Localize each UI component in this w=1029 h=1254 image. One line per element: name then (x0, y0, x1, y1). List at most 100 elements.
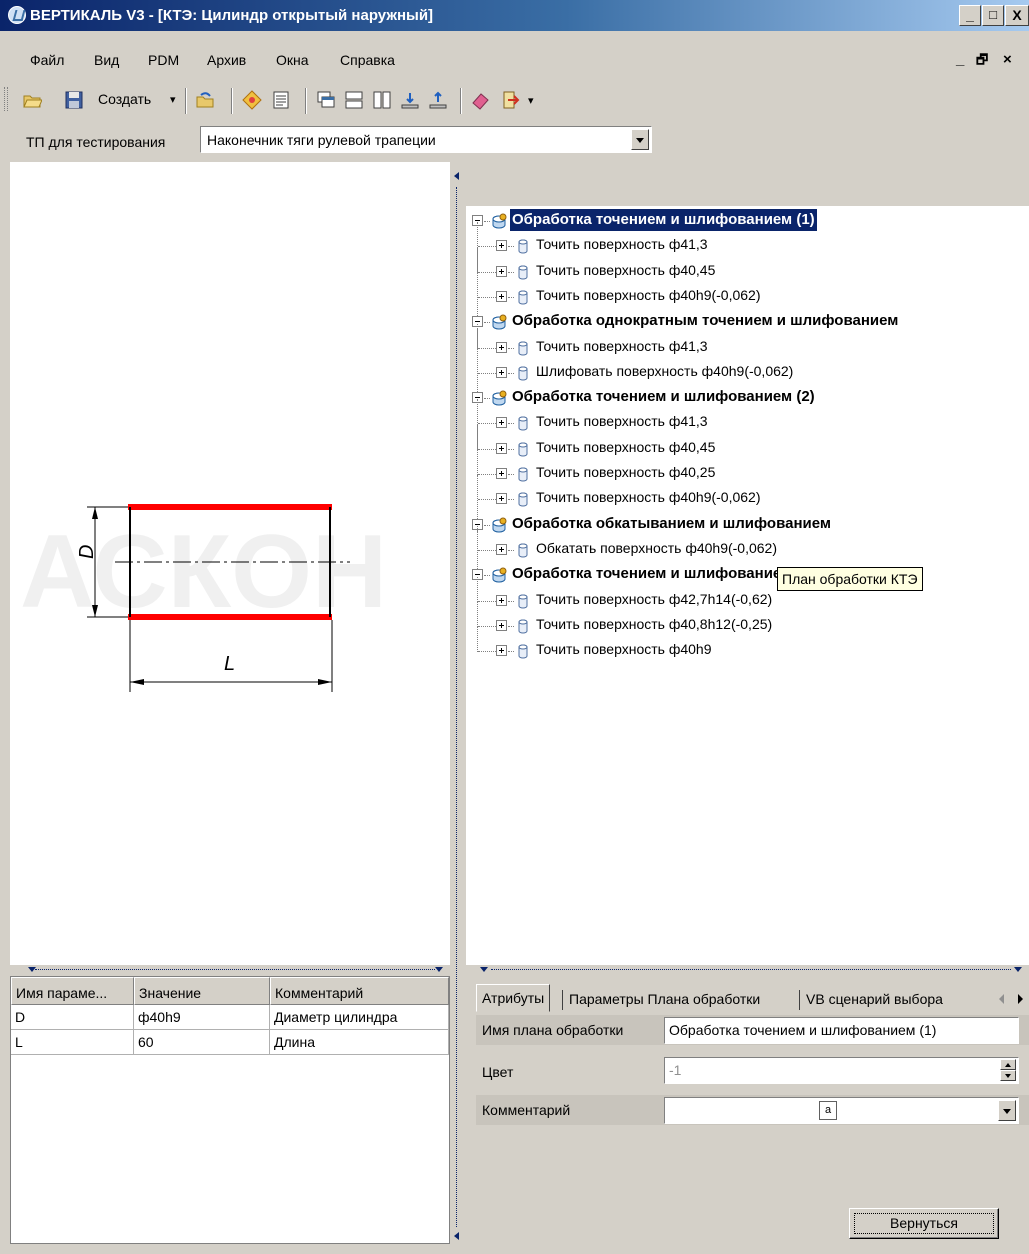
maximize-button[interactable]: □ (982, 5, 1004, 26)
tree-node-operation[interactable]: Точить поверхность ф40h9 (466, 639, 1029, 663)
comment-dropdown-button[interactable] (998, 1100, 1016, 1121)
plan-name-field[interactable]: Обработка точением и шлифованием (1) (664, 1017, 1019, 1044)
tree-node-plan[interactable]: Обработка точением и шлифованием (2) (466, 386, 1029, 410)
color-row: Цвет -1 (476, 1055, 1029, 1085)
arrange-down-icon[interactable] (400, 90, 420, 110)
cell-comment[interactable]: Длина (270, 1030, 449, 1055)
tile-vertical-icon[interactable] (372, 90, 392, 110)
tp-combobox[interactable]: Наконечник тяги рулевой трапеции (200, 126, 652, 153)
arrange-up-icon[interactable] (428, 90, 448, 110)
diamond-icon[interactable] (242, 90, 262, 110)
comment-field[interactable]: a (664, 1097, 1019, 1124)
tabs-scroll-left-icon[interactable] (999, 994, 1004, 1004)
tree-node-operation[interactable]: Точить поверхность ф40h9(-0,062) (466, 487, 1029, 511)
eraser-icon[interactable] (470, 90, 490, 110)
tree-node-operation[interactable]: Шлифовать поверхность ф40h9(-0,062) (466, 361, 1029, 385)
toolbar-grip[interactable] (4, 87, 8, 111)
plan-cylinder-icon (492, 213, 507, 229)
expand-icon[interactable] (496, 240, 507, 252)
expand-icon[interactable] (496, 594, 507, 606)
tree-node-operation[interactable]: Точить поверхность ф40,8h12(-0,25) (466, 614, 1029, 638)
tree-node-operation[interactable]: Обкатать поверхность ф40h9(-0,062) (466, 538, 1029, 562)
tree-node-plan[interactable]: Обработка точением и шлифованием (3) (466, 563, 1029, 587)
cascade-windows-icon[interactable] (316, 90, 336, 110)
tp-dropdown-button[interactable] (631, 129, 649, 150)
expand-icon[interactable] (496, 619, 507, 631)
tree-node-plan[interactable]: Обработка однократным точением и шлифова… (466, 310, 1029, 334)
menu-windows[interactable]: Окна (276, 52, 309, 68)
menu-bar: Файл Вид PDM Архив Окна Справка _ 🗗 × (0, 44, 1029, 74)
expand-icon[interactable] (496, 645, 507, 657)
close-button[interactable]: X (1005, 5, 1029, 26)
expand-icon[interactable] (496, 290, 507, 302)
tree-node-operation[interactable]: Точить поверхность ф41,3 (466, 234, 1029, 258)
tree-node-operation[interactable]: Точить поверхность ф41,3 (466, 411, 1029, 435)
mdi-close-button[interactable]: × (1003, 51, 1012, 68)
cell-name[interactable]: L (11, 1030, 134, 1055)
tree-node-operation[interactable]: Точить поверхность ф40,45 (466, 260, 1029, 284)
expand-icon[interactable] (496, 468, 507, 479)
mdi-restore-button[interactable]: 🗗 (976, 51, 988, 73)
operation-cylinder-icon (518, 416, 528, 431)
create-dropdown-arrow[interactable]: ▾ (170, 93, 176, 106)
exit-icon[interactable] (500, 90, 520, 110)
cell-name[interactable]: D (11, 1005, 134, 1030)
column-header-value[interactable]: Значение (134, 977, 270, 1005)
vertical-splitter[interactable] (450, 162, 466, 1244)
table-row[interactable]: D ф40h9 Диаметр цилиндра (11, 1005, 449, 1030)
expand-icon[interactable] (496, 442, 507, 454)
toolbar-separator (185, 88, 187, 114)
tabs-scroll-right-icon[interactable] (1018, 994, 1023, 1004)
tab-attributes[interactable]: Атрибуты (476, 984, 551, 1012)
main-toolbar: Создать ▾ ▾ (0, 82, 1029, 118)
expand-icon[interactable] (496, 417, 507, 429)
return-button[interactable]: Вернуться (849, 1208, 999, 1239)
tree-node-operation[interactable]: Точить поверхность ф40h9(-0,062) (466, 285, 1029, 309)
tree-node-operation[interactable]: Точить поверхность ф40,45 (466, 437, 1029, 461)
cell-value[interactable]: 60 (134, 1030, 270, 1055)
tab-plan-parameters[interactable]: Параметры Плана обработки (564, 986, 765, 1012)
save-icon[interactable] (64, 90, 84, 110)
cell-comment[interactable]: Диаметр цилиндра (270, 1005, 449, 1030)
tree-node-label: Обработка точением и шлифованием (2) (512, 388, 815, 406)
menu-view[interactable]: Вид (94, 52, 119, 68)
right-horizontal-splitter[interactable] (466, 965, 1029, 975)
expand-icon[interactable] (496, 493, 507, 505)
open-folder-icon[interactable] (22, 90, 42, 110)
tree-node-plan[interactable]: Обработка точением и шлифованием (1) (466, 209, 1029, 233)
menu-help[interactable]: Справка (340, 52, 395, 68)
cell-value[interactable]: ф40h9 (134, 1005, 270, 1030)
mdi-minimize-button[interactable]: _ (956, 51, 964, 68)
spin-down-icon[interactable] (1000, 1070, 1016, 1081)
menu-archive[interactable]: Архив (207, 52, 246, 68)
color-spinner[interactable] (1000, 1059, 1016, 1082)
toolbar-separator (231, 88, 233, 114)
color-field[interactable]: -1 (664, 1057, 1019, 1084)
comment-row: Комментарий a (476, 1095, 1029, 1125)
expand-icon[interactable] (496, 341, 507, 353)
menu-pdm[interactable]: PDM (148, 52, 179, 68)
tab-vb-script[interactable]: VB сценарий выбора (801, 986, 948, 1012)
column-header-name[interactable]: Имя параме... (11, 977, 134, 1005)
expand-icon[interactable] (496, 366, 507, 378)
document-list-icon[interactable] (271, 90, 291, 110)
folder-arrow-icon[interactable] (195, 90, 215, 110)
left-horizontal-splitter[interactable] (10, 965, 450, 975)
table-header: Имя параме... Значение Комментарий (11, 977, 449, 1005)
create-button[interactable]: Создать (98, 91, 151, 107)
expand-icon[interactable] (496, 543, 507, 555)
text-document-icon[interactable]: a (819, 1101, 837, 1120)
column-header-comment[interactable]: Комментарий (270, 977, 449, 1005)
minimize-button[interactable]: _ (959, 5, 981, 26)
tree-node-operation[interactable]: Точить поверхность ф40,25 (466, 462, 1029, 486)
spin-up-icon[interactable] (1000, 1059, 1016, 1070)
tree-node-operation[interactable]: Точить поверхность ф42,7h14(-0,62) (466, 589, 1029, 613)
toolbar-overflow-arrow[interactable]: ▾ (528, 94, 534, 107)
tree-node-operation[interactable]: Точить поверхность ф41,3 (466, 336, 1029, 360)
tile-horizontal-icon[interactable] (344, 90, 364, 110)
tree-node-label: Точить поверхность ф41,3 (536, 236, 708, 253)
menu-file[interactable]: Файл (30, 52, 64, 68)
table-row[interactable]: L 60 Длина (11, 1030, 449, 1055)
tree-node-plan[interactable]: Обработка обкатыванием и шлифованием (466, 513, 1029, 537)
expand-icon[interactable] (496, 265, 507, 277)
